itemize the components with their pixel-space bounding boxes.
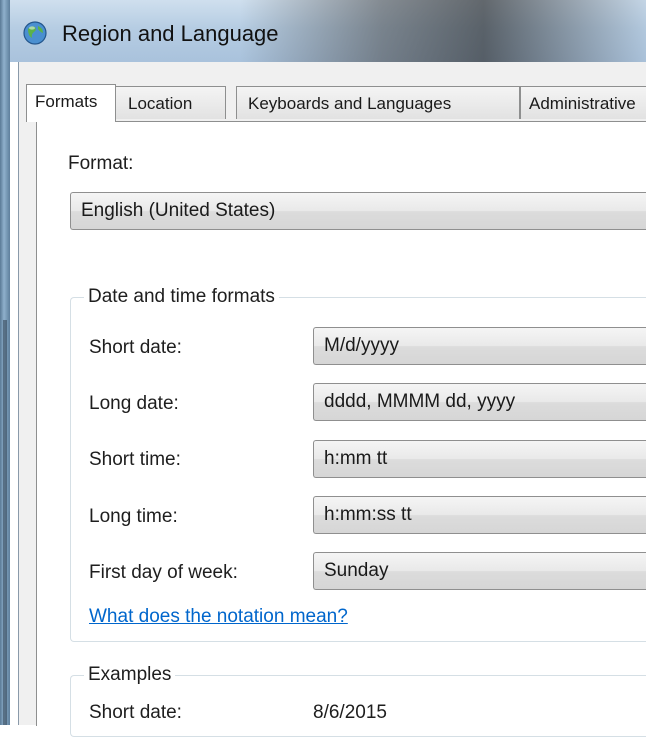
example-short-date-value: 8/6/2015 — [313, 702, 387, 723]
long-time-dropdown[interactable]: h:mm:ss tt — [313, 496, 646, 534]
examples-heading: Examples — [84, 664, 176, 686]
first-day-of-week-dropdown[interactable]: Sunday — [313, 552, 646, 590]
notation-help-link[interactable]: What does the notation mean? — [89, 606, 348, 628]
short-date-dropdown[interactable]: M/d/yyyy — [313, 327, 646, 365]
tab-formats[interactable]: Formats — [26, 84, 116, 122]
short-time-label: Short time: — [89, 449, 181, 470]
short-date-label: Short date: — [89, 337, 182, 358]
long-time-label: Long time: — [89, 506, 178, 527]
tab-keyboards-and-languages[interactable]: Keyboards and Languages — [236, 86, 520, 119]
date-time-formats-heading: Date and time formats — [84, 286, 279, 308]
window-title: Region and Language — [62, 21, 279, 46]
tab-location[interactable]: Location — [115, 86, 226, 119]
short-time-dropdown[interactable]: h:mm tt — [313, 440, 646, 478]
example-short-date-label: Short date: — [89, 702, 182, 723]
globe-icon — [23, 21, 47, 45]
format-dropdown[interactable]: English (United States) — [70, 192, 646, 230]
long-date-dropdown[interactable]: dddd, MMMM dd, yyyy — [313, 383, 646, 421]
format-label: Format: — [68, 153, 134, 174]
window-edge — [0, 0, 10, 725]
tab-administrative[interactable]: Administrative — [520, 86, 646, 119]
long-date-label: Long date: — [89, 393, 179, 414]
first-day-of-week-label: First day of week: — [89, 562, 238, 583]
